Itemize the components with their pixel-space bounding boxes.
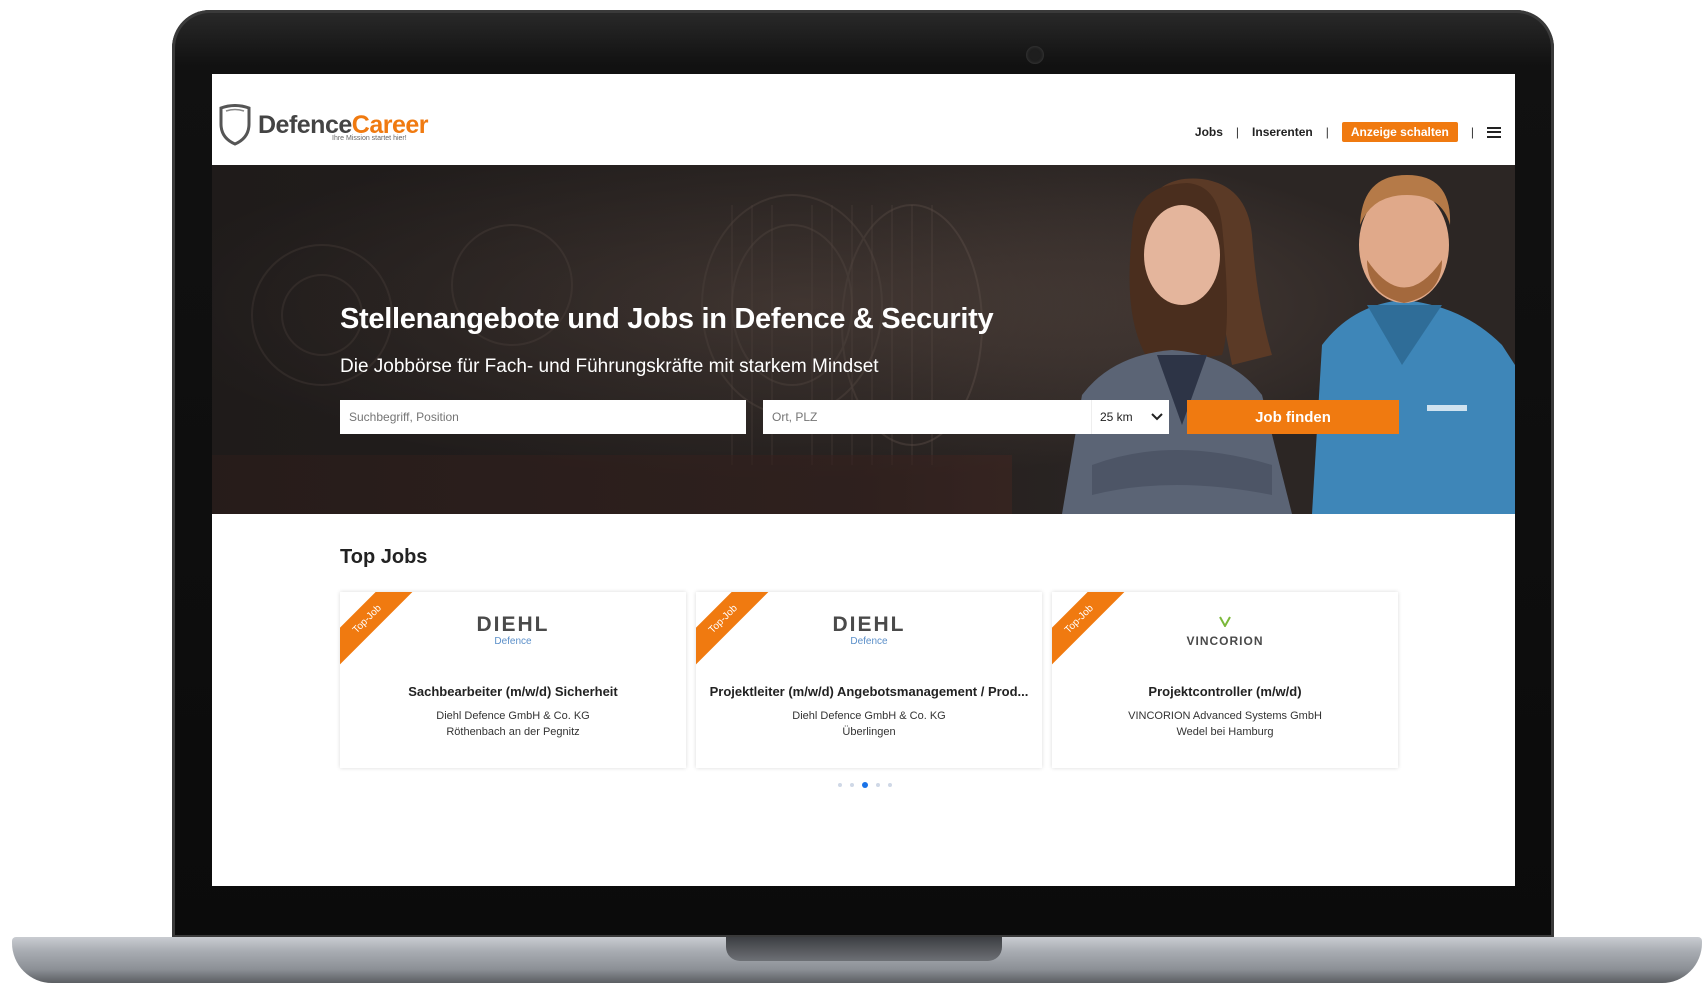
post-ad-button[interactable]: Anzeige schalten — [1341, 122, 1458, 142]
keyword-search-input[interactable] — [340, 400, 746, 434]
logo-tagline: Ihre Mission startet hier! — [332, 135, 407, 142]
job-title[interactable]: Projektcontroller (m/w/d) — [1052, 684, 1398, 699]
hero-people-photo — [1062, 175, 1515, 514]
radius-value: 25 km — [1100, 410, 1133, 424]
job-location: Röthenbach an der Pegnitz — [446, 726, 580, 738]
laptop-notch — [726, 937, 1002, 961]
nav-separator: | — [1235, 125, 1240, 139]
top-jobs-carousel: Top-Job DIEHL Defence Sachbearbeiter (m/… — [340, 592, 1400, 768]
job-company: Diehl Defence GmbH & Co. KG — [792, 710, 946, 722]
logo-wordmark: DefenceCareer — [258, 110, 429, 139]
main-nav: Jobs | Inserenten | Anzeige schalten | — [1195, 122, 1501, 142]
location-input[interactable] — [763, 400, 1083, 434]
site-logo[interactable]: DefenceCareer Ihre Mission startet hier! — [218, 104, 429, 146]
chevron-down-icon — [1151, 413, 1163, 421]
carousel-dot[interactable] — [862, 782, 868, 788]
nav-separator: | — [1325, 125, 1329, 139]
nav-jobs[interactable]: Jobs — [1195, 125, 1223, 139]
location-search-box: 25 km — [763, 400, 1169, 434]
hero-banner: Stellenangebote und Jobs in Defence & Se… — [212, 165, 1515, 514]
site-header: DefenceCareer Ihre Mission startet hier!… — [212, 74, 1515, 164]
job-title[interactable]: Sachbearbeiter (m/w/d) Sicherheit — [340, 684, 686, 699]
hero-title: Stellenangebote und Jobs in Defence & Se… — [340, 303, 994, 335]
carousel-dot[interactable] — [888, 783, 892, 787]
job-card[interactable]: Top-Job DIEHL Defence Projektleiter (m/w… — [696, 592, 1042, 768]
job-card[interactable]: Top-Job DIEHL Defence Sachbearbeiter (m/… — [340, 592, 686, 768]
radius-select[interactable]: 25 km — [1091, 400, 1163, 434]
top-jobs-heading: Top Jobs — [340, 546, 428, 568]
job-card[interactable]: Top-Job VINCORION Projektcontroller (m/w… — [1052, 592, 1398, 768]
hero-subtitle: Die Jobbörse für Fach- und Führungskräft… — [340, 356, 879, 377]
carousel-dot[interactable] — [838, 783, 842, 787]
vincorion-logo-icon — [1219, 616, 1231, 629]
job-company: Diehl Defence GmbH & Co. KG — [436, 710, 590, 722]
carousel-dot[interactable] — [876, 783, 880, 787]
carousel-dot[interactable] — [850, 783, 854, 787]
job-location: Wedel bei Hamburg — [1176, 726, 1274, 738]
shield-icon — [219, 104, 251, 146]
company-logo: VINCORION — [1052, 614, 1398, 648]
company-logo: DIEHL Defence — [832, 613, 906, 647]
nav-separator: | — [1470, 125, 1474, 139]
browser-screen: DefenceCareer Ihre Mission startet hier!… — [212, 74, 1515, 886]
carousel-pagination — [838, 782, 892, 788]
hamburger-menu-icon[interactable] — [1487, 126, 1501, 138]
company-logo: DIEHL Defence — [476, 613, 550, 647]
job-company: VINCORION Advanced Systems GmbH — [1128, 710, 1322, 722]
job-title[interactable]: Projektleiter (m/w/d) Angebotsmanagement… — [696, 684, 1042, 699]
nav-inserenten[interactable]: Inserenten — [1252, 125, 1313, 139]
find-job-button[interactable]: Job finden — [1187, 400, 1399, 434]
job-location: Überlingen — [842, 726, 896, 738]
camera-icon — [1026, 46, 1044, 64]
